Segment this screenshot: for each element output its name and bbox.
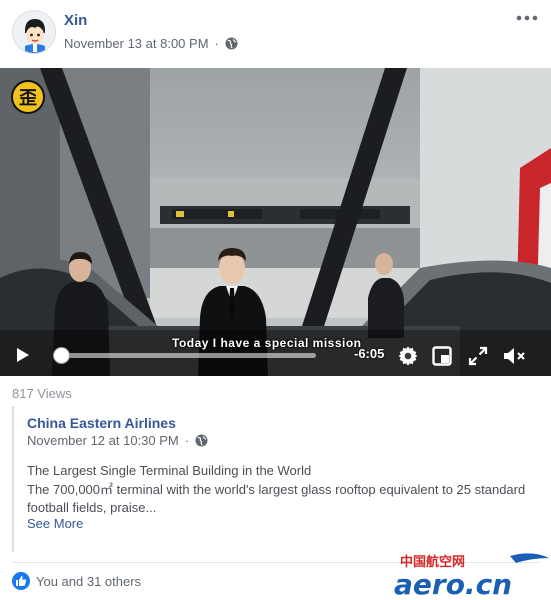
progress-bar[interactable] (58, 353, 316, 358)
video-frame (0, 68, 551, 376)
avatar[interactable] (12, 10, 56, 54)
reaction-text: You and 31 others (36, 573, 142, 589)
facebook-post: Xin November 13 at 8:00 PM · 歪 Today I h… (0, 0, 551, 600)
channel-logo: 歪 (11, 80, 45, 114)
globe-icon (225, 37, 238, 50)
shared-post[interactable]: China Eastern Airlines November 12 at 10… (12, 406, 539, 552)
mute-icon[interactable] (503, 346, 527, 366)
reaction-summary[interactable]: You and 31 others (12, 572, 141, 590)
see-more-link[interactable]: See More (27, 516, 83, 531)
shared-meta: November 12 at 10:30 PM · (27, 433, 208, 448)
post-header: Xin November 13 at 8:00 PM · (0, 0, 551, 68)
fullscreen-icon[interactable] (468, 346, 488, 366)
more-dots-icon[interactable] (515, 12, 539, 28)
aero-cn-watermark: 中国航空网 aero.cn (392, 550, 551, 600)
shared-description: The 700,000㎡ terminal with the world's l… (27, 482, 526, 515)
play-icon[interactable] (16, 347, 30, 363)
time-remaining: -6:05 (354, 346, 385, 361)
watermark-brand: aero.cn (394, 568, 512, 600)
picture-in-picture-icon[interactable] (432, 346, 452, 366)
settings-icon[interactable] (397, 345, 419, 367)
post-timestamp[interactable]: November 13 at 8:00 PM (64, 36, 209, 51)
like-icon (12, 572, 30, 590)
shared-author[interactable]: China Eastern Airlines (27, 415, 176, 431)
view-count: 817 Views (12, 386, 72, 401)
post-author[interactable]: Xin (64, 12, 87, 29)
globe-icon (195, 434, 208, 447)
progress-handle[interactable] (53, 347, 70, 364)
shared-title: The Largest Single Terminal Building in … (27, 463, 312, 478)
shared-timestamp[interactable]: November 12 at 10:30 PM (27, 433, 179, 448)
video-controls: -6:05 (0, 336, 551, 376)
video-player[interactable]: 歪 Today I have a special mission -6:05 (0, 68, 551, 376)
post-meta: November 13 at 8:00 PM · (64, 36, 238, 51)
